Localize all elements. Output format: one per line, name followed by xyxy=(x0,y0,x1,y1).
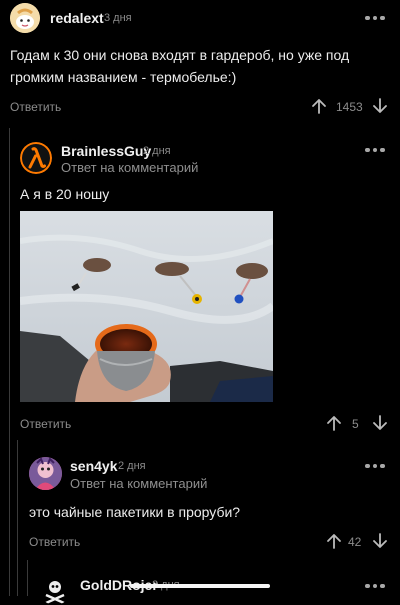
arrow-up-icon[interactable] xyxy=(311,98,327,114)
reply-button[interactable]: Ответить xyxy=(10,100,61,114)
more-options-icon[interactable] xyxy=(365,461,387,471)
arrow-down-icon[interactable] xyxy=(372,415,388,431)
more-options-icon[interactable] xyxy=(365,145,387,155)
thread-line xyxy=(27,560,28,596)
thread-line xyxy=(17,440,18,596)
arrow-up-icon[interactable] xyxy=(326,533,342,549)
author-name[interactable]: sen4yk xyxy=(70,458,117,474)
timestamp: 3 дня xyxy=(104,12,132,24)
reply-button[interactable]: Ответить xyxy=(29,535,80,549)
comment-text: А я в 20 ношу xyxy=(20,186,110,202)
comment-text: это чайные пакетики в проруби? xyxy=(29,504,241,520)
timestamp: 2 дня xyxy=(118,460,146,472)
more-options-icon[interactable] xyxy=(365,13,387,23)
home-indicator[interactable] xyxy=(130,584,270,588)
avatar[interactable] xyxy=(39,573,71,605)
timestamp: 2 дня xyxy=(143,145,171,157)
vote-count: 5 xyxy=(352,417,359,431)
avatar-image xyxy=(10,3,40,33)
author-name[interactable]: BrainlessGuy xyxy=(61,143,151,159)
reply-button[interactable]: Ответить xyxy=(20,417,71,431)
vote-count: 42 xyxy=(348,535,362,549)
avatar[interactable] xyxy=(29,457,62,490)
avatar[interactable] xyxy=(20,142,52,174)
avatar[interactable] xyxy=(10,3,40,33)
thread-line xyxy=(9,128,10,596)
author-name[interactable]: redalext xyxy=(50,10,104,26)
vote-count: 1453 xyxy=(336,100,363,114)
comment-text: Годам к 30 они снова входят в гардероб, … xyxy=(10,47,350,85)
skull-crossbones-icon xyxy=(45,581,65,605)
arrow-down-icon[interactable] xyxy=(372,533,388,549)
lambda-icon xyxy=(20,142,52,174)
comment-image[interactable] xyxy=(20,211,273,402)
arrow-up-icon[interactable] xyxy=(326,415,342,431)
reply-to-label[interactable]: Ответ на комментарий xyxy=(61,160,198,175)
reply-to-label[interactable]: Ответ на комментарий xyxy=(70,476,207,491)
more-options-icon[interactable] xyxy=(365,581,387,591)
avatar-image xyxy=(29,457,62,490)
arrow-down-icon[interactable] xyxy=(372,98,388,114)
